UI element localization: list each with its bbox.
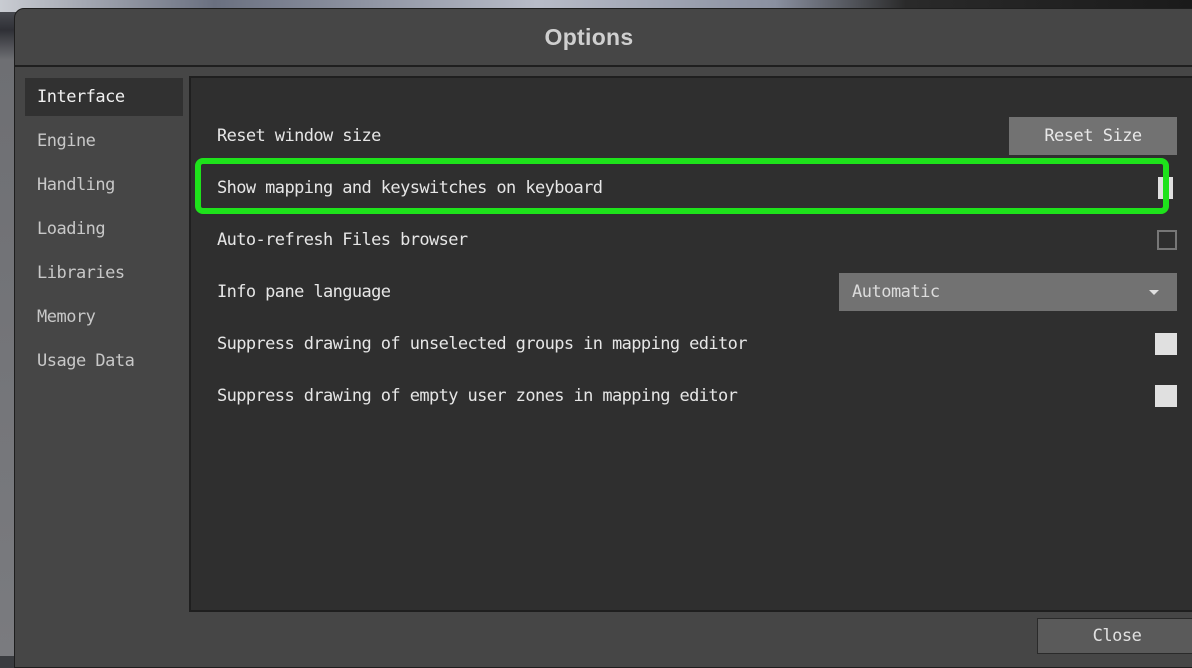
interface-settings-panel: Reset window size Reset Size Show mappin… [189,76,1192,612]
reset-window-size-row: Reset window size Reset Size [217,116,1177,156]
title-bar[interactable]: Options [15,9,1192,67]
options-sidebar: Interface Engine Handling Loading Librar… [25,75,195,383]
info-pane-language-row: Info pane language Automatic [217,272,1177,312]
close-button[interactable]: Close [1037,618,1192,654]
suppress-unselected-label: Suppress drawing of unselected groups in… [217,334,748,354]
sidebar-item-libraries[interactable]: Libraries [25,251,195,295]
show-mapping-row: Show mapping and keyswitches on keyboard [217,168,1177,208]
suppress-empty-row: Suppress drawing of empty user zones in … [217,376,1177,416]
auto-refresh-checkbox[interactable] [1157,230,1177,250]
suppress-unselected-row: Suppress drawing of unselected groups in… [217,324,1177,364]
suppress-empty-checkbox[interactable] [1155,385,1177,407]
sidebar-item-usage-data[interactable]: Usage Data [25,339,195,383]
suppress-empty-label: Suppress drawing of empty user zones in … [217,386,738,406]
auto-refresh-row: Auto-refresh Files browser [217,220,1177,260]
chevron-down-icon [1149,290,1159,295]
sidebar-item-engine[interactable]: Engine [25,119,195,163]
info-pane-language-select[interactable]: Automatic [839,273,1177,311]
suppress-unselected-checkbox[interactable] [1155,333,1177,355]
auto-refresh-label: Auto-refresh Files browser [217,230,468,250]
info-pane-language-value: Automatic [852,282,940,302]
dialog-title: Options [544,23,634,50]
sidebar-item-memory[interactable]: Memory [25,295,195,339]
sidebar-item-handling[interactable]: Handling [25,163,195,207]
show-mapping-checkbox[interactable] [1158,177,1173,199]
reset-size-button[interactable]: Reset Size [1009,117,1177,155]
sidebar-item-loading[interactable]: Loading [25,207,195,251]
options-dialog: Options Interface Engine Handling Loadin… [14,8,1192,668]
sidebar-item-interface[interactable]: Interface [25,78,183,116]
show-mapping-label: Show mapping and keyswitches on keyboard [217,178,603,198]
